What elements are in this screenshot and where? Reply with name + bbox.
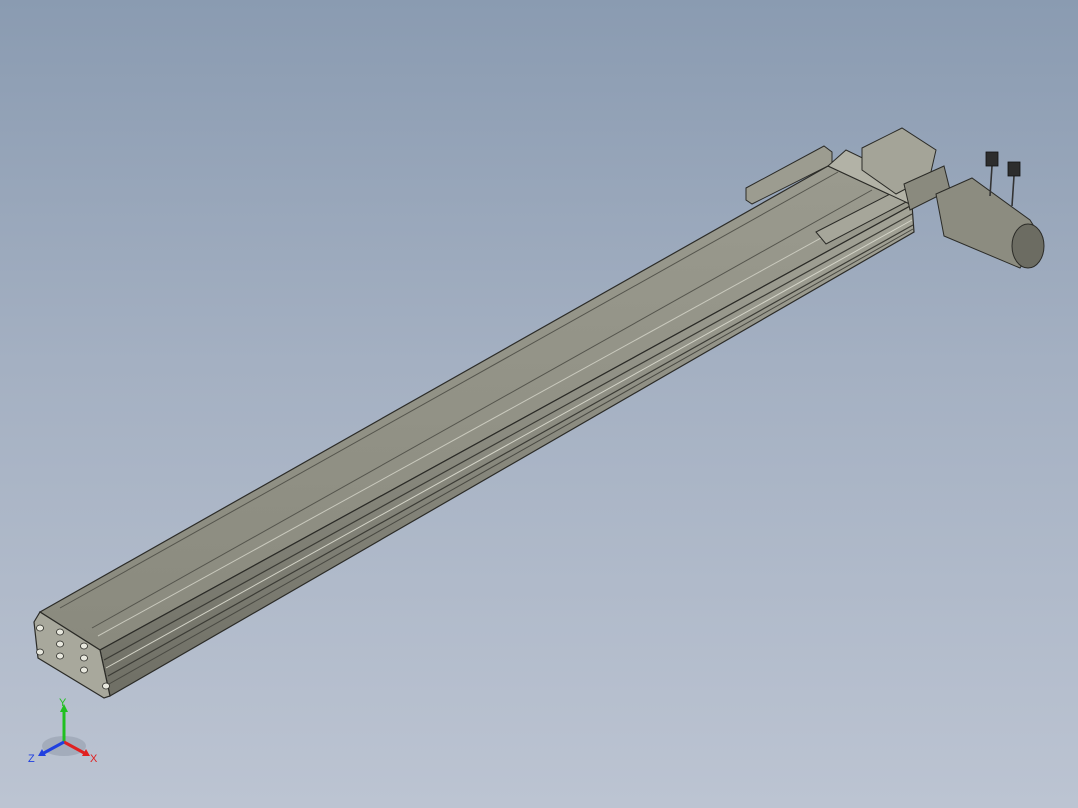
beam-side-slot <box>107 224 914 677</box>
beam-side-face <box>99 204 915 697</box>
z-axis-label: Z <box>28 753 35 765</box>
beam-top-face <box>38 165 914 651</box>
servo-motor-end <box>1011 223 1045 269</box>
beam-top-groove <box>91 189 873 629</box>
beam-side-slot <box>105 219 913 669</box>
beam-side-slot <box>108 228 914 685</box>
y-axis-label: Y <box>59 697 67 709</box>
beam-top-groove <box>59 171 839 609</box>
graphics-viewport[interactable]: Y X Z <box>0 0 1078 808</box>
x-axis-label: X <box>90 753 98 765</box>
linear-actuator-model[interactable] <box>0 0 1078 808</box>
beam-side-slot <box>103 213 913 661</box>
axis-triad-graphic: Y X Z <box>28 697 98 765</box>
beam-top-groove <box>97 199 891 637</box>
axis-triad[interactable]: Y X Z <box>28 696 104 768</box>
